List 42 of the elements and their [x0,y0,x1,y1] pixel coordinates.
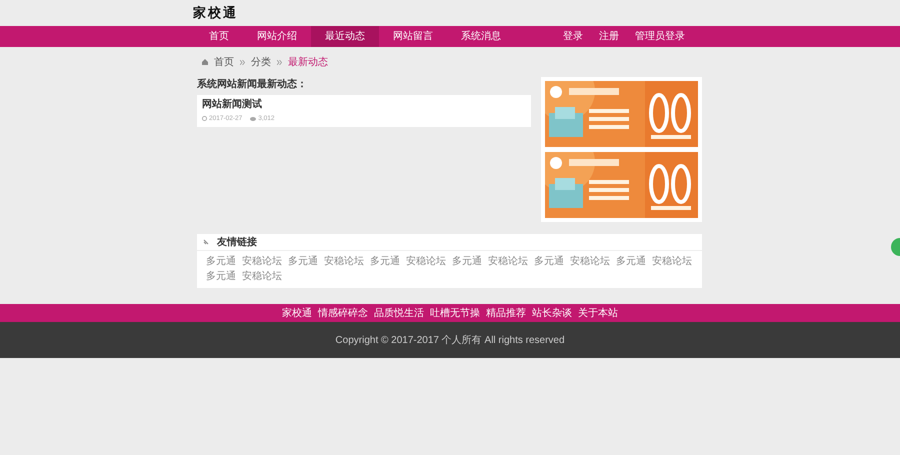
clock-icon [202,116,207,122]
nav-tab[interactable]: 系统消息 [447,26,515,47]
nav-tab[interactable]: 最近动态 [311,26,379,47]
account-link[interactable]: 登录 [563,29,583,44]
friend-link[interactable]: 安稳论坛 [406,254,446,269]
article-title[interactable]: 网站新闻测试 [202,97,262,112]
separator-icon [277,60,282,64]
friend-link[interactable]: 安稳论坛 [242,254,282,269]
site-title: 家校通 [193,4,238,22]
home-icon [202,59,208,65]
footer-link[interactable]: 品质悦生活 [374,306,424,320]
friend-link[interactable]: 多元通 [288,254,318,269]
nav-tab[interactable]: 网站留言 [379,26,447,47]
friend-link[interactable]: 多元通 [370,254,400,269]
separator-icon [240,60,245,64]
links-title: 友情链接 [217,236,257,250]
footer-link[interactable]: 精品推荐 [486,306,526,320]
eye-icon [250,116,256,121]
footer-link[interactable]: 家校通 [282,306,312,320]
friend-link[interactable]: 安稳论坛 [570,254,610,269]
friend-link[interactable]: 多元通 [206,269,236,284]
footer-link[interactable]: 情感碎碎念 [318,306,368,320]
friend-link[interactable]: 多元通 [616,254,646,269]
friend-link[interactable]: 安稳论坛 [242,269,282,284]
friend-link[interactable]: 多元通 [206,254,236,269]
footer-link[interactable]: 关于本站 [578,306,618,320]
breadcrumb-link[interactable]: 首页 [214,54,234,70]
account-link[interactable]: 管理员登录 [635,29,685,44]
friend-link[interactable]: 多元通 [452,254,482,269]
nav-tab[interactable]: 网站介绍 [243,26,311,47]
footer-link[interactable]: 吐槽无节操 [430,306,480,320]
breadcrumb-link[interactable]: 最新动态 [288,54,328,70]
friend-link[interactable]: 安稳论坛 [488,254,528,269]
account-link[interactable]: 注册 [599,29,619,44]
copyright: Copyright © 2017-2017 个人所有 All rights reserved [335,334,565,348]
nav-tab[interactable]: 首页 [195,26,243,47]
section-title: 系统网站新闻最新动态： [197,77,308,92]
breadcrumb-link[interactable]: 分类 [251,54,271,70]
friend-link[interactable]: 安稳论坛 [324,254,364,269]
friend-link[interactable]: 多元通 [534,254,564,269]
footer-link[interactable]: 站长杂谈 [532,306,572,320]
friend-link[interactable]: 安稳论坛 [652,254,692,269]
